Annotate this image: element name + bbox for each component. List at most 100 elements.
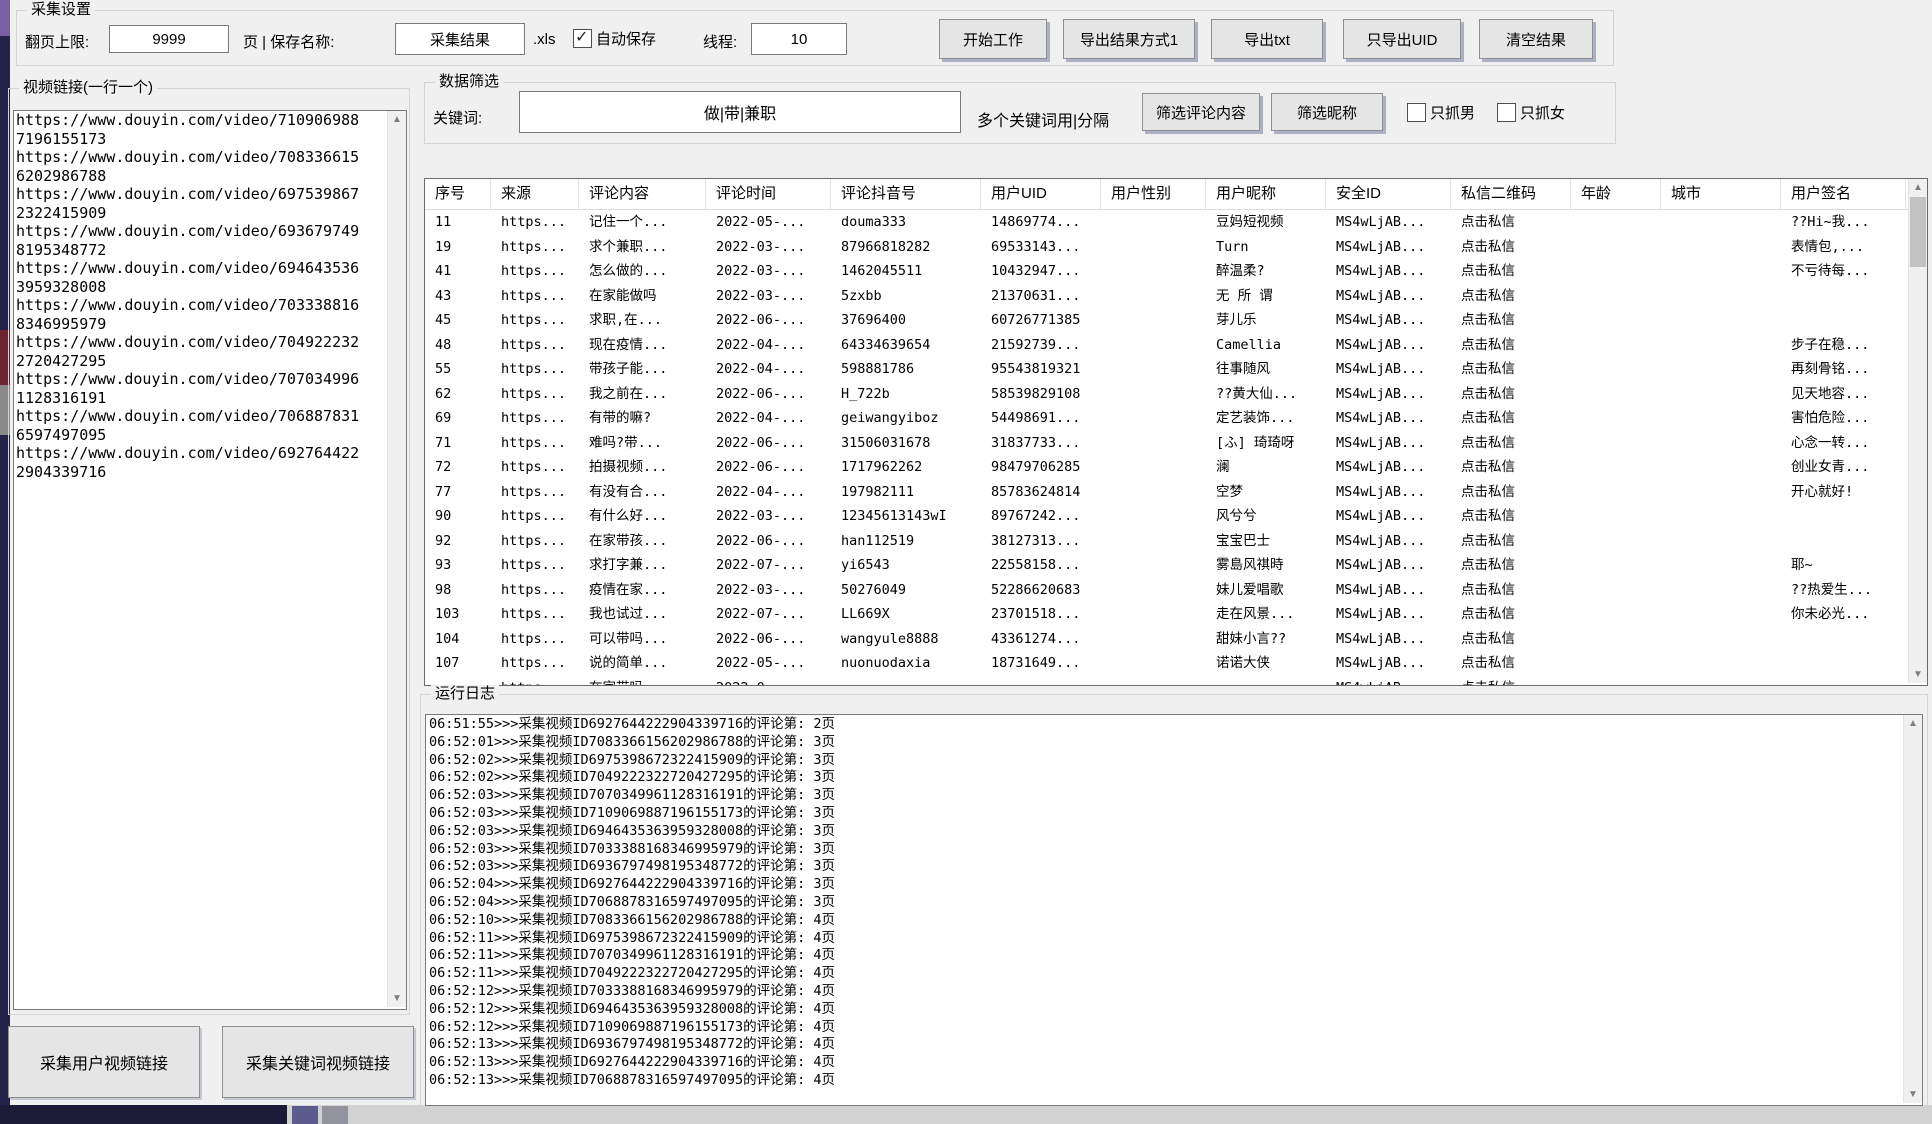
table-row[interactable]: 93https...求打字兼...2022-07-...yi6543225581… [425, 553, 1927, 578]
column-header-13[interactable]: 用户签名 [1781, 179, 1906, 209]
table-row[interactable]: 103https...我也试过...2022-07-...LL669X23701… [425, 602, 1927, 627]
clear-results-button[interactable]: 清空结果 [1479, 19, 1593, 59]
save-name-input[interactable]: 采集结果 [395, 23, 525, 55]
table-scrollbar[interactable]: ▲ ▼ [1908, 179, 1927, 683]
table-row[interactable]: 69https...有带的嘛?2022-04-...geiwangyiboz54… [425, 406, 1927, 431]
taskbar-app-button[interactable] [292, 1106, 318, 1124]
dm-link-cell[interactable]: 点击私信 [1451, 602, 1571, 627]
autosave-checkbox-box[interactable] [573, 29, 592, 48]
dm-link-cell[interactable]: 点击私信 [1451, 284, 1571, 309]
table-cell: 在家带孩... [579, 529, 706, 554]
dm-link-cell[interactable]: 点击私信 [1451, 504, 1571, 529]
export-mode1-button[interactable]: 导出结果方式1 [1063, 19, 1195, 59]
table-cell: MS4wLjAB... [1326, 627, 1451, 652]
keyword-input[interactable]: 做|带|兼职 [519, 91, 961, 133]
table-row[interactable]: 92https...在家带孩...2022-06-...han112519381… [425, 529, 1927, 554]
collect-user-videos-button[interactable]: 采集用户视频链接 [8, 1026, 200, 1098]
table-row[interactable]: 72https...拍摄视频...2022-06-...171796226298… [425, 455, 1927, 480]
thread-input[interactable]: 10 [751, 23, 847, 55]
table-row[interactable]: 90https...有什么好...2022-03-...12345613143w… [425, 504, 1927, 529]
table-cell [1101, 627, 1206, 652]
export-txt-button[interactable]: 导出txt [1211, 19, 1323, 59]
female-only-checkbox-box[interactable] [1497, 103, 1516, 122]
log-group-label: 运行日志 [431, 685, 499, 703]
table-row[interactable]: 11https...记住一个...2022-05-...douma3331486… [425, 210, 1927, 235]
table-row[interactable]: 48https...现在疫情...2022-04-...643346396542… [425, 333, 1927, 358]
table-row[interactable]: 104https...可以带吗...2022-06-...wangyule888… [425, 627, 1927, 652]
table-cell [1661, 627, 1781, 652]
dm-link-cell[interactable]: 点击私信 [1451, 529, 1571, 554]
table-row[interactable]: 43https...在家能做吗2022-03-...5zxbb21370631.… [425, 284, 1927, 309]
dm-link-cell[interactable]: 点击私信 [1451, 431, 1571, 456]
column-header-9[interactable]: 安全ID [1326, 179, 1451, 209]
autosave-checkbox[interactable]: 自动保存 [573, 28, 656, 49]
dm-link-cell[interactable]: 点击私信 [1451, 235, 1571, 260]
table-row[interactable]: 19https...求个兼职...2022-03-...879668182826… [425, 235, 1927, 260]
export-uid-button[interactable]: 只导出UID [1343, 19, 1461, 59]
table-row[interactable]: 98https...疫情在家...2022-03-...502760495228… [425, 578, 1927, 603]
column-header-2[interactable]: 来源 [491, 179, 579, 209]
collect-keyword-videos-button[interactable]: 采集关键词视频链接 [222, 1026, 414, 1098]
dm-link-cell[interactable]: 点击私信 [1451, 406, 1571, 431]
page-limit-input[interactable]: 9999 [109, 25, 229, 53]
table-cell: 见天地容... [1781, 382, 1906, 407]
table-cell: wangyule8888 [831, 627, 981, 652]
table-cell [1571, 553, 1661, 578]
dm-link-cell[interactable]: 点击私信 [1451, 480, 1571, 505]
scroll-up-icon[interactable]: ▲ [388, 111, 406, 128]
dm-link-cell[interactable]: 点击私信 [1451, 455, 1571, 480]
table-row[interactable]: 62https...我之前在...2022-06-...H_722b585398… [425, 382, 1927, 407]
scroll-up-icon[interactable]: ▲ [1909, 179, 1927, 196]
table-row[interactable]: 45https...求职,在...2022-06-...376964006072… [425, 308, 1927, 333]
dm-link-cell[interactable]: 点击私信 [1451, 333, 1571, 358]
dm-link-cell[interactable]: 点击私信 [1451, 627, 1571, 652]
female-only-checkbox[interactable]: 只抓女 [1497, 102, 1565, 123]
male-only-checkbox[interactable]: 只抓男 [1407, 102, 1475, 123]
table-row[interactable]: 107https...说的简单...2022-05-...nuonuodaxia… [425, 651, 1927, 676]
column-header-7[interactable]: 用户性别 [1101, 179, 1206, 209]
filter-nickname-button[interactable]: 筛选昵称 [1271, 93, 1383, 131]
dm-link-cell[interactable]: 点击私信 [1451, 259, 1571, 284]
male-only-checkbox-box[interactable] [1407, 103, 1426, 122]
table-row[interactable]: 55https...带孩子能...2022-04-...598881786955… [425, 357, 1927, 382]
table-cell: 怎么做的... [579, 259, 706, 284]
column-header-8[interactable]: 用户昵称 [1206, 179, 1326, 209]
scroll-down-icon[interactable]: ▼ [388, 990, 406, 1007]
column-header-1[interactable]: 序号 [425, 179, 491, 209]
column-header-4[interactable]: 评论时间 [706, 179, 831, 209]
column-header-12[interactable]: 城市 [1661, 179, 1781, 209]
table-row[interactable]: https...在家带吗2022-0...MS4wLjAB点击私信 [425, 676, 1927, 687]
dm-link-cell[interactable]: 点击私信 [1451, 210, 1571, 235]
table-row[interactable]: 77https...有没有合...2022-04-...197982111857… [425, 480, 1927, 505]
results-table[interactable]: 序号来源评论内容评论时间评论抖音号用户UID用户性别用户昵称安全ID私信二维码年… [424, 178, 1928, 686]
taskbar-app-button2[interactable] [322, 1106, 348, 1124]
dm-link-cell[interactable]: 点击私信 [1451, 578, 1571, 603]
dm-link-cell[interactable]: 点击私信 [1451, 651, 1571, 676]
column-header-11[interactable]: 年龄 [1571, 179, 1661, 209]
table-cell: 有什么好... [579, 504, 706, 529]
table-header-row: 序号来源评论内容评论时间评论抖音号用户UID用户性别用户昵称安全ID私信二维码年… [425, 179, 1927, 210]
column-header-6[interactable]: 用户UID [981, 179, 1101, 209]
scroll-up-icon[interactable]: ▲ [1904, 715, 1922, 732]
links-scrollbar[interactable]: ▲ ▼ [387, 111, 406, 1007]
table-row[interactable]: 71https...难吗?带...2022-06-...315060316783… [425, 431, 1927, 456]
scroll-down-icon[interactable]: ▼ [1909, 666, 1927, 683]
table-row[interactable]: 41https...怎么做的...2022-03-...146204551110… [425, 259, 1927, 284]
column-header-3[interactable]: 评论内容 [579, 179, 706, 209]
column-header-5[interactable]: 评论抖音号 [831, 179, 981, 209]
scroll-down-icon[interactable]: ▼ [1904, 1086, 1922, 1103]
dm-link-cell[interactable]: 点击私信 [1451, 382, 1571, 407]
filter-comment-button[interactable]: 筛选评论内容 [1142, 93, 1260, 131]
start-work-button[interactable]: 开始工作 [939, 19, 1047, 59]
video-links-textarea[interactable]: https://www.douyin.com/video/71090698871… [13, 110, 407, 1010]
dm-link-cell[interactable]: 点击私信 [1451, 357, 1571, 382]
table-scrollbar-thumb[interactable] [1910, 197, 1926, 267]
log-textarea[interactable]: 06:51:55>>>采集视频ID6927644222904339716的评论第… [425, 714, 1923, 1106]
dm-link-cell[interactable]: 点击私信 [1451, 553, 1571, 578]
log-scrollbar[interactable]: ▲ ▼ [1903, 715, 1922, 1103]
table-cell: MS4wLjAB... [1326, 504, 1451, 529]
dm-link-cell[interactable]: 点击私信 [1451, 676, 1571, 687]
dm-link-cell[interactable]: 点击私信 [1451, 308, 1571, 333]
table-cell: https... [491, 504, 579, 529]
column-header-10[interactable]: 私信二维码 [1451, 179, 1571, 209]
